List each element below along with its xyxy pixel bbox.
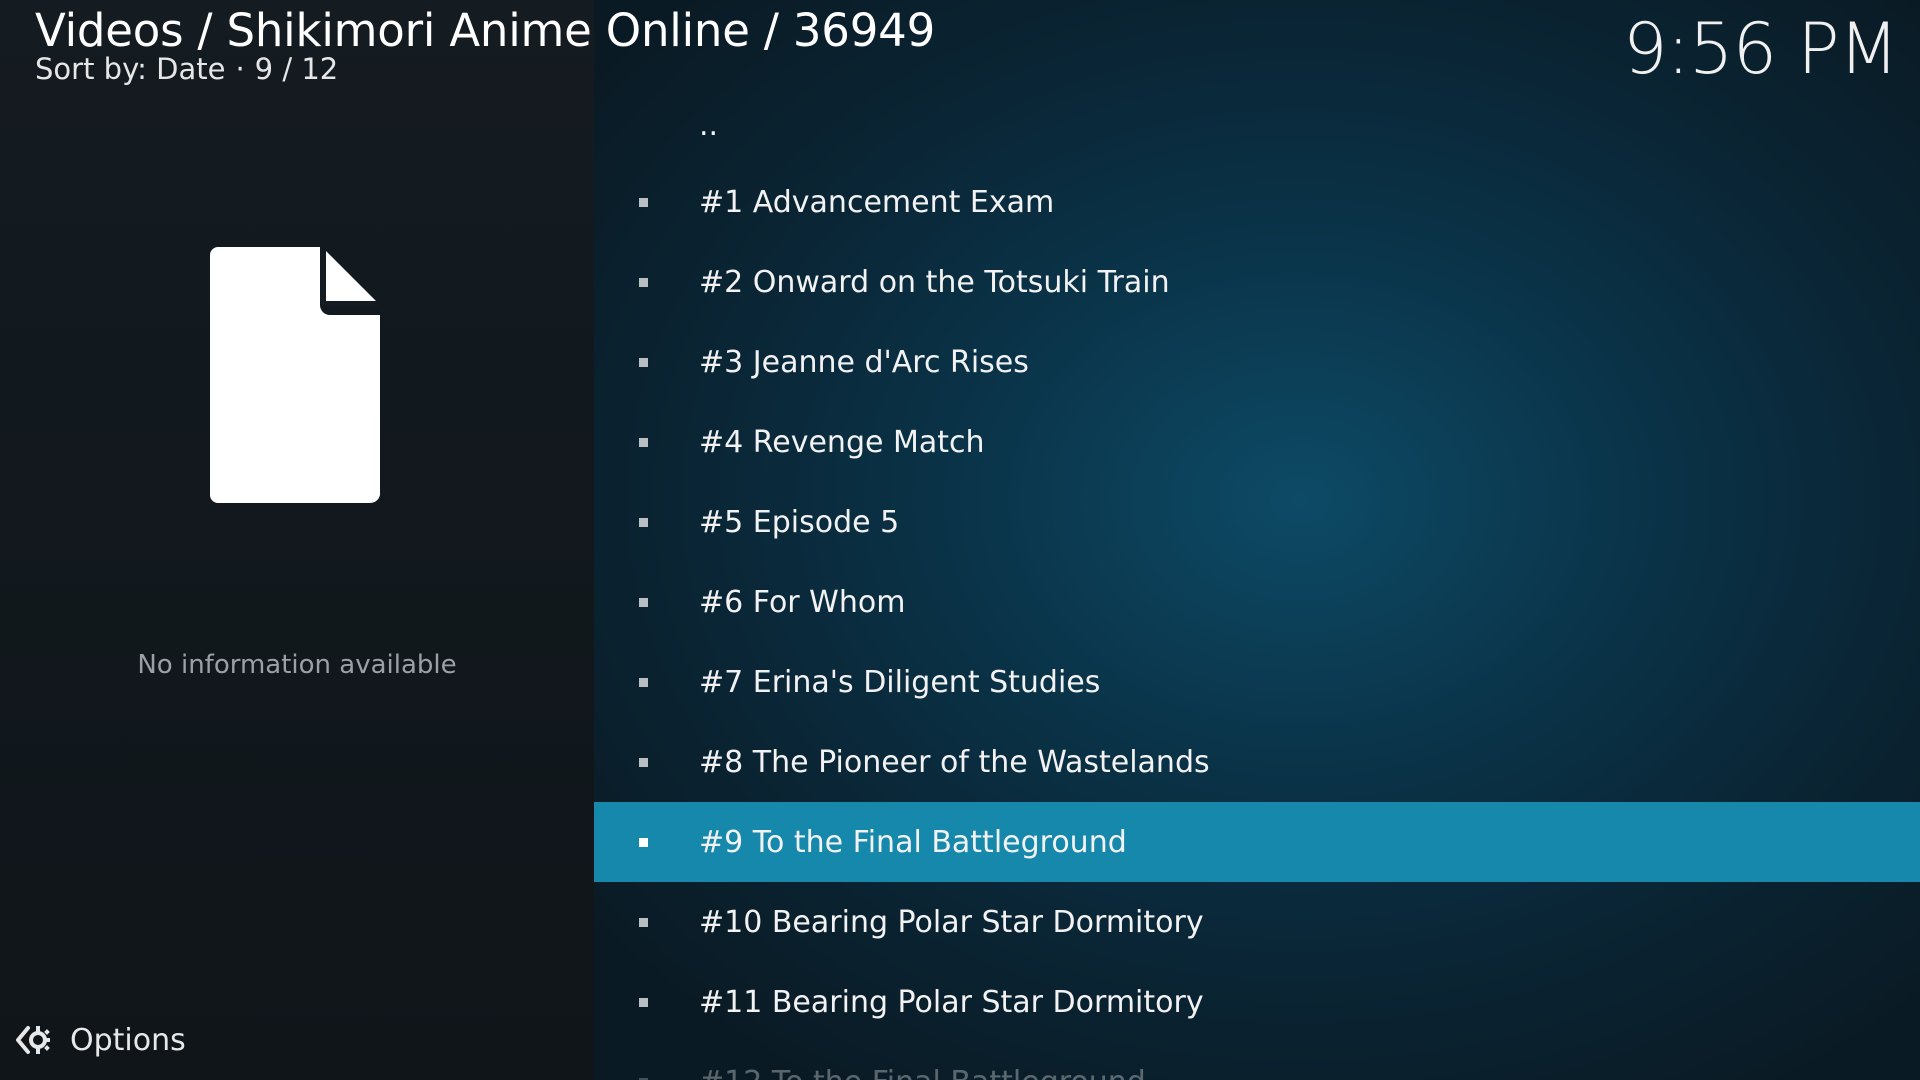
list-item[interactable]: #10 Bearing Polar Star Dormitory [594, 882, 1920, 962]
list-item-label: #11 Bearing Polar Star Dormitory [699, 984, 1204, 1020]
list-item[interactable]: #5 Episode 5 [594, 482, 1920, 562]
list-item[interactable]: #1 Advancement Exam [594, 162, 1920, 242]
options-label: Options [70, 1022, 186, 1058]
options-button[interactable]: Options [14, 1022, 186, 1058]
sort-status: Sort by: Date · 9 / 12 [35, 52, 338, 86]
bullet-icon [639, 357, 648, 367]
list-item[interactable]: #12 To the Final Battleground [594, 1042, 1920, 1080]
list-item-label: #4 Revenge Match [699, 424, 985, 460]
bullet-icon [639, 997, 648, 1007]
list-item[interactable]: #8 The Pioneer of the Wastelands [594, 722, 1920, 802]
list-item-label: #12 To the Final Battleground [699, 1065, 1146, 1080]
list-item-label: #9 To the Final Battleground [699, 824, 1127, 860]
list-item-label: #5 Episode 5 [699, 504, 900, 540]
item-position: 9 / 12 [254, 52, 339, 86]
parent-folder-label: .. [699, 108, 719, 143]
bullet-icon [639, 917, 648, 927]
list-item-label: #3 Jeanne d'Arc Rises [699, 344, 1029, 380]
bullet-icon [639, 837, 648, 847]
info-panel: No information available [0, 0, 594, 1080]
list-item[interactable]: #4 Revenge Match [594, 402, 1920, 482]
list-item-label: #8 The Pioneer of the Wastelands [699, 744, 1210, 780]
gear-arrow-icon [16, 1026, 50, 1054]
list-item-label: #7 Erina's Diligent Studies [699, 664, 1101, 700]
bullet-icon [639, 437, 648, 447]
bullet-icon [639, 597, 648, 607]
bullet-icon [639, 277, 648, 287]
bullet-icon [639, 757, 648, 767]
bullet-icon [639, 677, 648, 687]
list-item-label: #10 Bearing Polar Star Dormitory [699, 904, 1204, 940]
episode-list: .. #1 Advancement Exam #2 Onward on the … [594, 88, 1920, 1080]
list-item-label: #2 Onward on the Totsuki Train [699, 264, 1170, 300]
file-icon [210, 247, 380, 504]
clock: 9:56 PM [1622, 8, 1899, 90]
breadcrumb: Videos / Shikimori Anime Online / 36949 [35, 4, 936, 57]
bullet-icon [639, 517, 648, 527]
no-info-message: No information available [137, 650, 457, 680]
list-item-label: #1 Advancement Exam [699, 184, 1055, 220]
list-item[interactable]: #2 Onward on the Totsuki Train [594, 242, 1920, 322]
list-item[interactable]: #6 For Whom [594, 562, 1920, 642]
list-item-selected[interactable]: #9 To the Final Battleground [594, 802, 1920, 882]
bullet-icon [639, 197, 648, 207]
kodi-window: No information available Videos / Shikim… [0, 0, 1920, 1080]
sort-label: Sort by: Date [35, 52, 226, 86]
list-item[interactable]: #11 Bearing Polar Star Dormitory [594, 962, 1920, 1042]
list-item[interactable]: #3 Jeanne d'Arc Rises [594, 322, 1920, 402]
parent-folder-item[interactable]: .. [594, 88, 1920, 162]
list-item-label: #6 For Whom [699, 584, 906, 620]
list-item[interactable]: #7 Erina's Diligent Studies [594, 642, 1920, 722]
separator: · [235, 52, 245, 86]
